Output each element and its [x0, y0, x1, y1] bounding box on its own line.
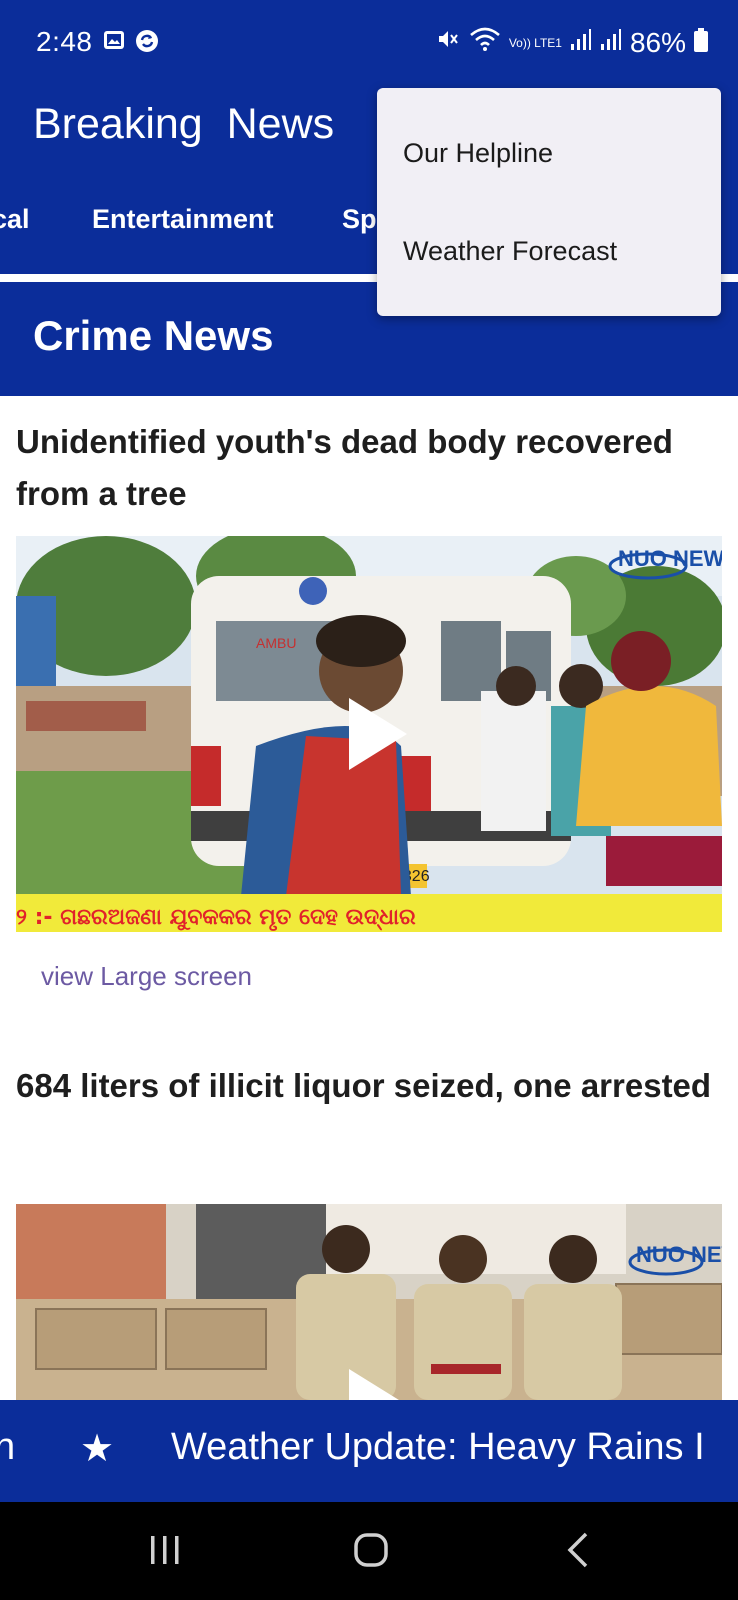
play-icon[interactable] [349, 1369, 407, 1400]
news-list[interactable]: Unidentified youth's dead body recovered… [0, 396, 738, 1400]
signal-icon [570, 27, 592, 59]
thumbnail-overlay-text: ୨ :- ଗଛରଅଜଣା ଯୁବକକର ମୃତ ଦେହ ଉଦ୍ଧାର [16, 905, 416, 932]
van-label: AMBU [256, 635, 296, 651]
article-title[interactable]: Unidentified youth's dead body recovered… [16, 416, 726, 520]
app-title: Breaking News [33, 100, 335, 148]
status-time: 2:48 [36, 26, 93, 57]
volte-label: Vo)) LTE1 [508, 35, 562, 50]
signal-icon [600, 27, 622, 59]
overflow-menu: Our Helpline Weather Forecast [377, 88, 721, 316]
menu-item-weather-forecast[interactable]: Weather Forecast [403, 236, 617, 267]
system-nav-bar [0, 1502, 738, 1600]
home-icon[interactable] [351, 1530, 391, 1575]
image-icon [102, 28, 126, 59]
battery-percent: 86% [629, 26, 686, 58]
news-ticker[interactable]: h ★ Weather Update: Heavy Rains I [0, 1400, 738, 1502]
sync-icon [134, 28, 160, 59]
ticker-text-left: h [0, 1426, 16, 1468]
video-thumbnail[interactable]: NUO NEWS [16, 1204, 722, 1400]
tab-sports[interactable]: Sp [342, 204, 377, 235]
battery-icon [694, 27, 708, 59]
article-title[interactable]: 684 liters of illicit liquor seized, one… [16, 1060, 726, 1112]
recents-icon[interactable] [145, 1530, 185, 1575]
thumbnail-logo: NUO NEWS [636, 1242, 722, 1267]
video-thumbnail[interactable]: 7326 AMBU NUO NEWS ୨ :- ଗଛରଅଜଣା ଯୁବକକର ମ… [16, 536, 722, 932]
mute-icon [435, 26, 461, 59]
play-icon[interactable] [349, 698, 407, 770]
view-large-screen-link[interactable]: view Large screen [41, 961, 252, 992]
thumbnail-logo: NUO NEWS [618, 546, 722, 571]
tab-entertainment[interactable]: Entertainment [92, 204, 274, 235]
menu-item-our-helpline[interactable]: Our Helpline [403, 138, 553, 169]
wifi-icon [469, 26, 501, 59]
tab-local[interactable]: cal [0, 204, 30, 235]
status-bar: 2:48 Vo)) LTE1 86% [0, 0, 738, 86]
back-icon[interactable] [558, 1530, 598, 1575]
section-title: Crime News [33, 312, 274, 359]
ticker-text: Weather Update: Heavy Rains I [171, 1426, 705, 1468]
star-icon: ★ [80, 1428, 115, 1470]
